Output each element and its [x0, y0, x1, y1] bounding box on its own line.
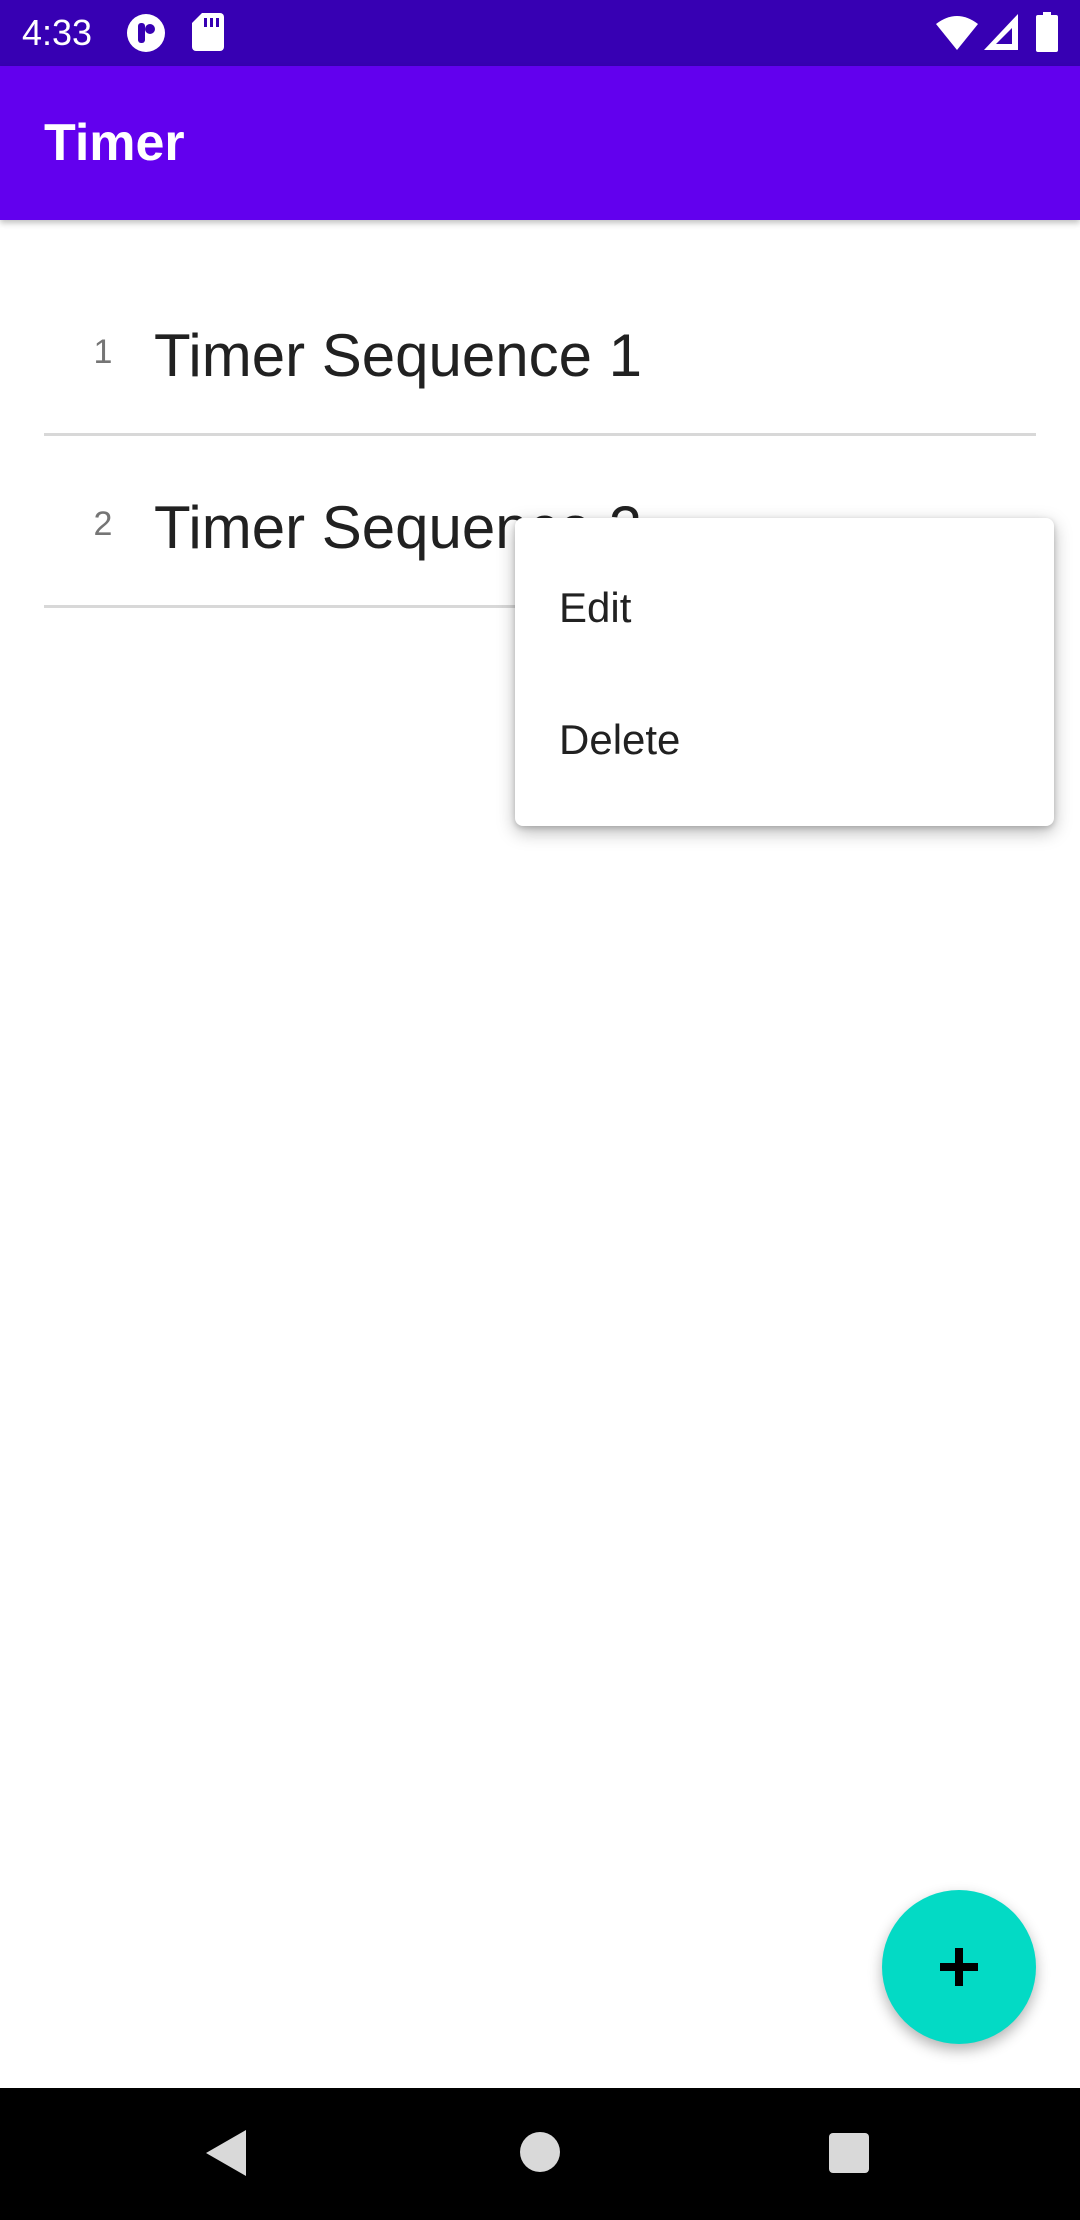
- nav-bar: [0, 2088, 1080, 2220]
- screen: 4:33 Timer 1 Timer Sequence 1 2 Timer Se…: [0, 0, 1080, 2220]
- recents-icon[interactable]: [828, 2132, 870, 2179]
- app-title: Timer: [44, 114, 185, 172]
- item-index: 2: [93, 505, 113, 543]
- wifi-icon: [936, 16, 978, 55]
- context-menu: Edit Delete: [515, 518, 1054, 826]
- sd-card-icon: [192, 13, 224, 56]
- back-icon[interactable]: [204, 2128, 248, 2183]
- item-title: Timer Sequence 1: [154, 322, 643, 389]
- add-sequence-button[interactable]: [882, 1890, 1036, 2044]
- cell-signal-icon: [984, 14, 1018, 55]
- status-time: 4:33: [22, 12, 93, 53]
- list-item[interactable]: 1 Timer Sequence 1: [44, 264, 1036, 436]
- pocket-casts-icon: [126, 13, 166, 58]
- home-icon[interactable]: [518, 2130, 562, 2179]
- battery-icon: [1036, 12, 1058, 57]
- item-index: 1: [93, 333, 113, 371]
- app-bar: Timer: [0, 66, 1080, 220]
- plus-icon: [940, 1948, 978, 1986]
- edit-menu-item[interactable]: Edit: [515, 542, 1054, 674]
- status-bar: 4:33: [0, 0, 1080, 66]
- delete-menu-item[interactable]: Delete: [515, 674, 1054, 806]
